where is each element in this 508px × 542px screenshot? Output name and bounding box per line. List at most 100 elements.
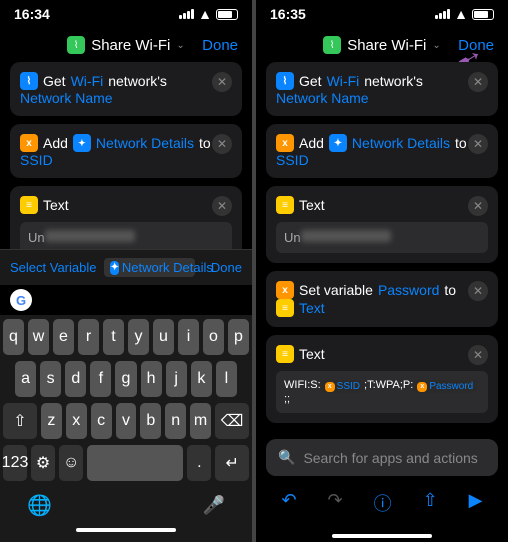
key-h[interactable]: h	[141, 361, 162, 397]
shift-key[interactable]: ⇧	[3, 403, 37, 439]
key-s[interactable]: s	[40, 361, 61, 397]
share-button[interactable]: ⇧	[423, 490, 438, 516]
globe-icon[interactable]: 🌐	[27, 493, 52, 518]
key-a[interactable]: a	[15, 361, 36, 397]
close-icon[interactable]: ✕	[468, 196, 488, 216]
wifi-param[interactable]: Wi-Fi	[71, 73, 104, 89]
key-q[interactable]: q	[3, 319, 24, 355]
header-title[interactable]: ⌇ Share Wi-Fi ⌄	[323, 36, 441, 54]
key-o[interactable]: o	[203, 319, 224, 355]
netname-param[interactable]: Network Name	[20, 90, 113, 106]
home-indicator[interactable]	[76, 528, 176, 532]
info-button[interactable]: ⓘ	[374, 490, 392, 516]
key-z[interactable]: z	[41, 403, 62, 439]
space-key[interactable]	[87, 445, 183, 481]
status-bar: 16:34 ▲	[0, 0, 252, 28]
var-icon: x	[276, 134, 294, 152]
netdetails-param[interactable]: Network Details	[96, 135, 194, 151]
close-icon[interactable]: ✕	[468, 72, 488, 92]
done-button[interactable]: Done	[202, 37, 238, 54]
key-m[interactable]: m	[190, 403, 211, 439]
numbers-key[interactable]: 123	[3, 445, 27, 481]
play-button[interactable]: ▶	[469, 490, 483, 516]
action-text-2[interactable]: ≡Text WIFI:S:xSSID;T:WPA;P:xPassword;; ✕	[266, 335, 498, 423]
backspace-key[interactable]: ⌫	[215, 403, 249, 439]
key-g[interactable]: g	[115, 361, 136, 397]
key-c[interactable]: c	[91, 403, 112, 439]
magic-var-icon: ✦	[73, 134, 91, 152]
key-b[interactable]: b	[140, 403, 161, 439]
text-value: Un	[28, 230, 45, 245]
variable-pill[interactable]: ✦Network Details	[104, 258, 194, 277]
key-x[interactable]: x	[66, 403, 87, 439]
key-l[interactable]: l	[216, 361, 237, 397]
keyboard: qwertyuiop asdfghjkl ⇧zxcvbnm⌫ 123 ⚙ ☺ .…	[0, 315, 252, 542]
text-field[interactable]: Un	[20, 222, 232, 249]
close-icon[interactable]: ✕	[212, 72, 232, 92]
keyboard-bottom: 🌐 🎤	[3, 487, 249, 524]
action-add[interactable]: xAdd✦Network Detailsto SSID ✕	[266, 124, 498, 178]
chevron-down-icon: ⌄	[432, 40, 440, 51]
action-get-wifi[interactable]: ⌇ Get Wi-Fi network's Network Name ✕	[10, 62, 242, 116]
key-t[interactable]: t	[103, 319, 124, 355]
redo-button: ↷	[328, 490, 343, 516]
close-icon[interactable]: ✕	[212, 134, 232, 154]
password-chip[interactable]: xPassword	[413, 380, 477, 393]
wifi-icon: ▲	[198, 6, 212, 22]
text-var-icon: ≡	[276, 299, 294, 317]
google-icon[interactable]: G	[10, 289, 32, 311]
close-icon[interactable]: ✕	[468, 345, 488, 365]
undo-button[interactable]: ↶	[281, 490, 296, 516]
action-add[interactable]: x Add ✦ Network Details to SSID ✕	[10, 124, 242, 178]
action-text[interactable]: ≡Text Un ✕	[266, 186, 498, 263]
text-field[interactable]: Un	[276, 222, 488, 253]
phone-left: 16:34 ▲ ⌇ Share Wi-Fi ⌄ Done ⌇ Get Wi-Fi…	[0, 0, 252, 542]
signal-icon	[179, 9, 194, 19]
key-f[interactable]: f	[90, 361, 111, 397]
search-bar[interactable]: 🔍 Search for apps and actions	[266, 439, 498, 476]
header-title[interactable]: ⌇ Share Wi-Fi ⌄	[67, 36, 185, 54]
header: ⌇ Share Wi-Fi ⌄ Done	[256, 28, 508, 62]
search-placeholder: Search for apps and actions	[303, 450, 477, 466]
close-icon[interactable]: ✕	[212, 196, 232, 216]
key-d[interactable]: d	[65, 361, 86, 397]
ssid-param[interactable]: SSID	[20, 152, 53, 168]
variable-toolbar: Select Variable ✦Network Details Done	[0, 249, 252, 285]
key-u[interactable]: u	[153, 319, 174, 355]
key-i[interactable]: i	[178, 319, 199, 355]
key-p[interactable]: p	[228, 319, 249, 355]
key-e[interactable]: e	[53, 319, 74, 355]
key-r[interactable]: r	[78, 319, 99, 355]
period-key[interactable]: .	[187, 445, 211, 481]
close-icon[interactable]: ✕	[468, 134, 488, 154]
label: Text	[43, 197, 69, 213]
key-v[interactable]: v	[116, 403, 137, 439]
battery-icon	[472, 9, 494, 20]
key-y[interactable]: y	[128, 319, 149, 355]
action-get-wifi[interactable]: ⌇GetWi-Finetwork's Network Name ✕	[266, 62, 498, 116]
ssid-chip[interactable]: xSSID	[321, 380, 364, 393]
key-n[interactable]: n	[165, 403, 186, 439]
action-text[interactable]: ≡Text Un ✕	[10, 186, 242, 249]
return-key[interactable]: ↵	[215, 445, 249, 481]
emoji-key[interactable]: ☺	[59, 445, 83, 481]
done-button[interactable]: Done	[458, 37, 494, 54]
key-k[interactable]: k	[191, 361, 212, 397]
wifi-action-icon: ⌇	[276, 72, 294, 90]
key-j[interactable]: j	[166, 361, 187, 397]
key-w[interactable]: w	[28, 319, 49, 355]
app-icon: ⌇	[67, 36, 85, 54]
select-variable-button[interactable]: Select Variable	[10, 260, 96, 275]
action-set-variable[interactable]: xSet variablePasswordto ≡Text ✕	[266, 271, 498, 327]
search-icon: 🔍	[278, 449, 295, 466]
wifi-qr-string[interactable]: WIFI:S:xSSID;T:WPA;P:xPassword;;	[276, 371, 488, 413]
mic-icon[interactable]: 🎤	[203, 495, 225, 516]
status-right: ▲	[435, 6, 494, 22]
status-time: 16:34	[14, 6, 50, 22]
home-indicator[interactable]	[332, 534, 432, 538]
var-icon: x	[276, 281, 294, 299]
close-icon[interactable]: ✕	[468, 281, 488, 301]
settings-key[interactable]: ⚙	[31, 445, 55, 481]
content: ⌇ Get Wi-Fi network's Network Name ✕ x A…	[0, 62, 252, 249]
toolbar-done-button[interactable]: Done	[211, 260, 242, 275]
